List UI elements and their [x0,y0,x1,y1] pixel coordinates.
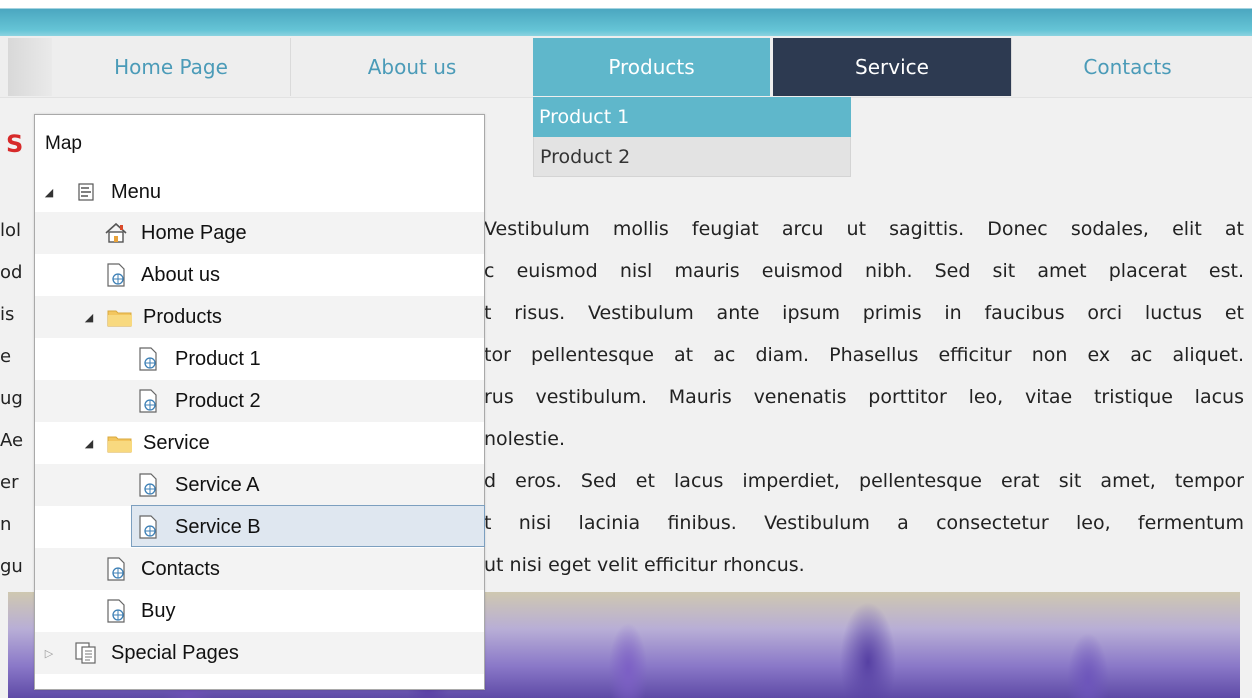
dropdown-item-product-1[interactable]: Product 1 [533,97,851,137]
pages-icon [73,640,99,666]
dropdown-item-product-2[interactable]: Product 2 [533,137,851,177]
map-panel: Map ◢ Menu Home Page About us ◢ Products… [34,114,485,690]
paragraph-line: nolestie. [484,428,565,450]
tree-node-menu[interactable]: ◢ Menu [35,171,484,213]
tree-node-label: Contacts [141,557,220,580]
map-panel-title: Map [45,133,82,154]
paragraph-line: Vestibulum mollis feugiat arcu ut sagitt… [484,218,1244,240]
tree-node-label: Product 1 [175,347,261,370]
text-fragment: er [0,472,19,493]
paragraph-line: t risus. Vestibulum ante ipsum primis in… [484,302,1244,324]
tree-node-product-1[interactable]: Product 1 [35,338,484,380]
tree-node-products[interactable]: ◢ Products [35,296,484,338]
tree-node-service[interactable]: ◢ Service [35,422,484,464]
text-fragment: e [0,346,12,367]
expanded-arrow-icon[interactable]: ◢ [43,186,55,199]
text-fragment: lol [0,220,22,241]
tree-node-contacts[interactable]: Contacts [35,548,484,590]
tree-node-label: Products [143,305,222,328]
tree-node-label: Product 2 [175,389,261,412]
tree-node-label: Service B [175,515,261,538]
main-navigation: Home Page About us Products Service Cont… [0,36,1252,98]
tree-node-about-us[interactable]: About us [35,254,484,296]
text-fragment: n [0,514,12,535]
tree-node-home-page[interactable]: Home Page [35,212,484,254]
paragraph-line: t nisi lacinia finibus. Vestibulum a con… [484,512,1244,534]
tree-node-label: About us [141,263,220,286]
tree-node-service-b[interactable]: Service B [35,505,485,548]
expanded-arrow-icon[interactable]: ◢ [83,311,95,324]
products-dropdown: Product 1 Product 2 [533,97,851,177]
menu-icon [73,179,99,205]
top-banner [0,0,1252,36]
web-page-icon [103,262,129,288]
tree-node-label: Buy [141,599,176,622]
tree-node-label: Service [143,431,210,454]
tree-node-special-pages[interactable]: ▷ Special Pages [35,632,484,674]
tree-node-label: Home Page [141,221,247,244]
page-heading-fragment: S [6,130,24,158]
expanded-arrow-icon[interactable]: ◢ [83,437,95,450]
web-page-icon [103,598,129,624]
web-page-icon [135,346,161,372]
nav-edge-item [8,38,52,96]
text-fragment: Ae [0,430,24,451]
tree-node-buy[interactable]: Buy [35,590,484,632]
text-fragment: ug [0,388,23,409]
paragraph-line: d eros. Sed et lacus imperdiet, pellente… [484,470,1244,492]
home-icon [103,220,129,246]
collapsed-arrow-icon[interactable]: ▷ [43,647,55,660]
text-fragment: gu [0,556,23,577]
paragraph-line: tor pellentesque at ac diam. Phasellus e… [484,344,1244,366]
web-page-icon [135,472,161,498]
text-fragment: is [0,304,15,325]
text-fragment: od [0,262,23,283]
paragraph-line: rus vestibulum. Mauris venenatis porttit… [484,386,1244,408]
folder-icon [107,304,133,330]
nav-item-about-us[interactable]: About us [290,38,533,96]
tree-node-service-a[interactable]: Service A [35,464,484,506]
tree-node-label: Menu [111,180,162,203]
folder-icon [107,430,133,456]
body-paragraph-2: d eros. Sed et lacus imperdiet, pellente… [484,460,1244,586]
body-paragraph-1: Vestibulum mollis feugiat arcu ut sagitt… [484,208,1244,460]
tree-node-label: Service A [175,473,260,496]
web-page-icon [135,514,161,540]
tree-node-product-2[interactable]: Product 2 [35,380,484,422]
web-page-icon [103,556,129,582]
paragraph-line: c euismod nisl mauris euismod nibh. Sed … [484,260,1244,282]
nav-item-contacts[interactable]: Contacts [1011,38,1243,96]
paragraph-line: ut nisi eget velit efficitur rhoncus. [484,554,805,576]
nav-item-products[interactable]: Products [533,38,770,96]
tree-node-label: Special Pages [111,641,239,664]
nav-item-service[interactable]: Service [773,38,1011,96]
web-page-icon [135,388,161,414]
nav-item-home-page[interactable]: Home Page [52,38,290,96]
